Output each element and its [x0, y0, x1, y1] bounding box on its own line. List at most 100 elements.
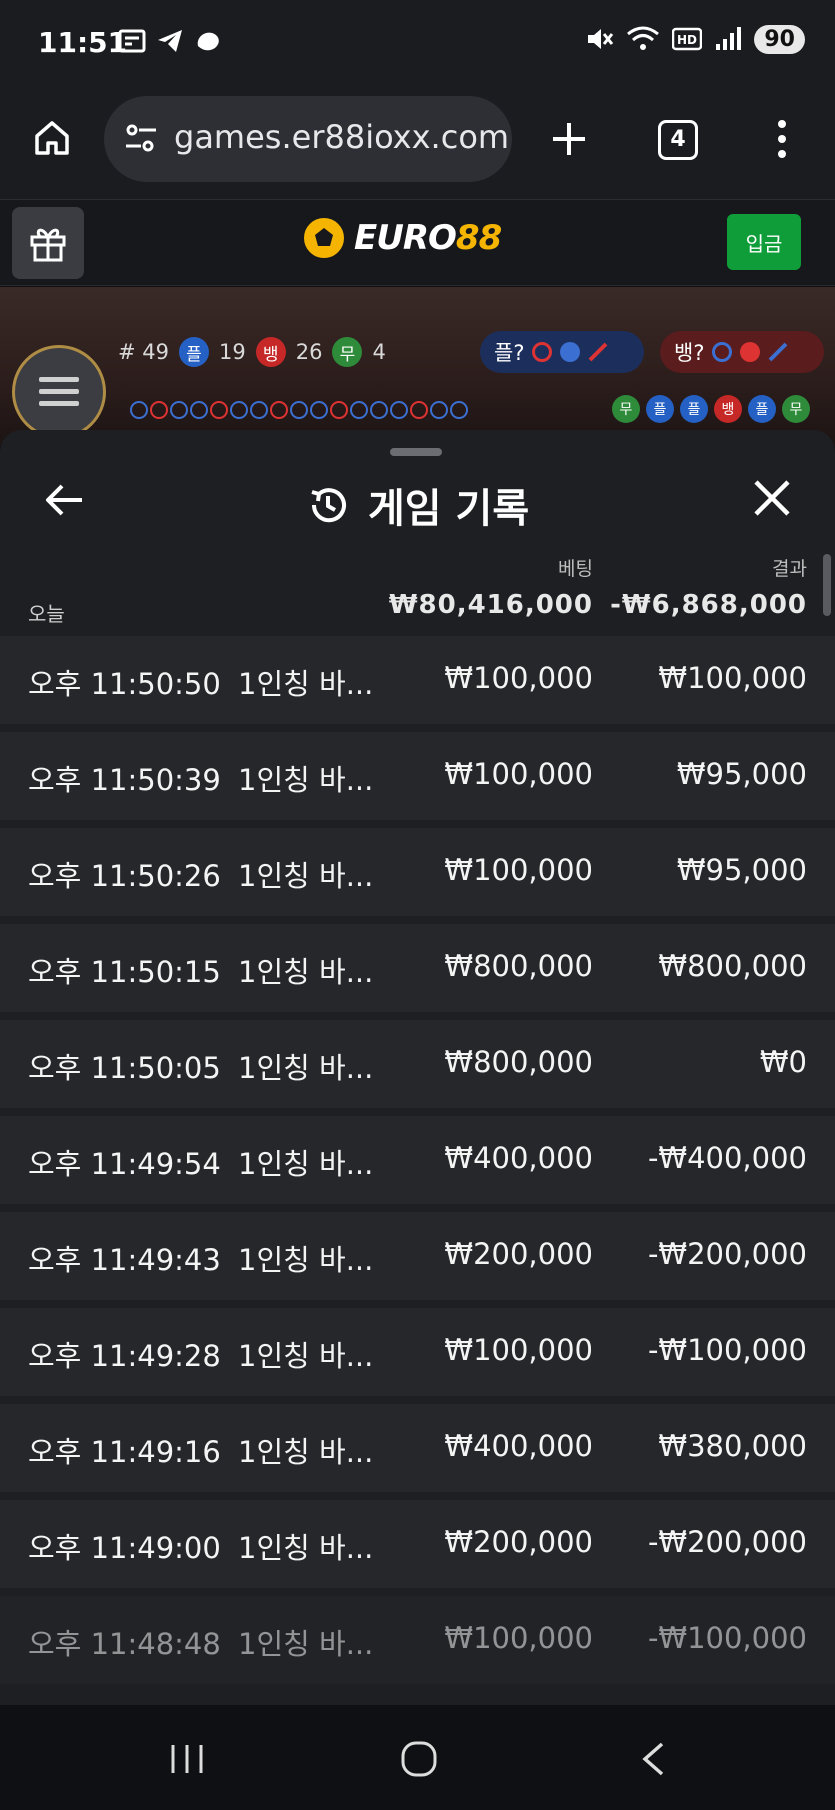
tab-switcher-button[interactable]: 4	[658, 120, 698, 160]
browser-toolbar: games.er88ioxx.com 4	[0, 88, 835, 200]
banker-prediction[interactable]: 뱅?	[660, 331, 824, 373]
banker-badge: 뱅	[255, 337, 286, 367]
recent-results: 무플플뱅플무	[612, 395, 810, 423]
gift-button[interactable]	[12, 207, 84, 279]
history-row[interactable]: 오후 11:49:54 1인칭 바... ₩400,000 -₩400,000	[0, 1116, 835, 1204]
history-row[interactable]: 오후 11:49:28 1인칭 바... ₩100,000 -₩100,000	[0, 1308, 835, 1396]
road-marker	[410, 401, 428, 419]
home-icon[interactable]	[32, 118, 72, 158]
road-marker	[430, 401, 448, 419]
row-result-amount: -₩100,000	[647, 1621, 807, 1655]
row-result-amount: ₩0	[759, 1045, 807, 1079]
row-bet-amount: ₩100,000	[444, 661, 593, 695]
row-bet-amount: ₩100,000	[444, 853, 593, 887]
row-time: 오후 11:50:26	[28, 859, 221, 893]
player-prediction[interactable]: 플?	[480, 331, 644, 373]
home-nav-icon[interactable]	[400, 1740, 438, 1778]
row-result-amount: ₩95,000	[676, 853, 807, 887]
row-time: 오후 11:50:39	[28, 763, 221, 797]
road-marker	[270, 401, 288, 419]
sheet-header: 게임 기록	[306, 476, 529, 534]
banker-prediction-label: 뱅?	[674, 341, 705, 365]
row-bet-amount: ₩400,000	[444, 1429, 593, 1463]
row-time: 오후 11:49:16	[28, 1435, 221, 1469]
history-row[interactable]: 오후 11:50:50 1인칭 바... ₩100,000 ₩100,000	[0, 636, 835, 724]
row-game-name: 1인칭 바...	[238, 1051, 374, 1085]
date-group-label: 오늘	[28, 602, 65, 626]
row-bet-amount: ₩800,000	[444, 949, 593, 983]
row-game-name: 1인칭 바...	[238, 955, 374, 989]
history-row[interactable]: 오후 11:50:15 1인칭 바... ₩800,000 ₩800,000	[0, 924, 835, 1012]
close-icon[interactable]	[752, 478, 792, 518]
red-slash-icon	[589, 342, 608, 362]
history-row[interactable]: 오후 11:49:43 1인칭 바... ₩200,000 -₩200,000	[0, 1212, 835, 1300]
total-result: -₩6,868,000	[610, 590, 807, 620]
history-row[interactable]: 오후 11:48:48 1인칭 바... ₩100,000 -₩100,000	[0, 1596, 835, 1684]
hd-icon: HD	[672, 27, 703, 51]
site-settings-icon[interactable]	[122, 120, 160, 158]
road-marker	[190, 401, 208, 419]
sheet-title: 게임 기록	[368, 486, 530, 532]
history-row[interactable]: 오후 11:49:00 1인칭 바... ₩200,000 -₩200,000	[0, 1500, 835, 1588]
scrollbar[interactable]	[823, 554, 831, 616]
sheet-drag-handle[interactable]	[390, 448, 442, 456]
road-marker	[250, 401, 268, 419]
bet-column-header: 베팅	[558, 558, 593, 580]
player-count: 19	[219, 340, 246, 364]
blue-slash-icon	[769, 342, 788, 362]
history-row[interactable]: 오후 11:50:39 1인칭 바... ₩100,000 ₩95,000	[0, 732, 835, 820]
tie-badge: 무	[332, 337, 363, 367]
row-game-name: 1인칭 바...	[238, 1435, 374, 1469]
notification-icons	[118, 28, 222, 54]
row-game-name: 1인칭 바...	[238, 1339, 374, 1373]
back-nav-icon[interactable]	[640, 1741, 666, 1777]
road-marker	[210, 401, 228, 419]
result-chip: 플	[646, 395, 674, 423]
row-time: 오후 11:49:43	[28, 1243, 221, 1277]
road-marker	[230, 401, 248, 419]
red-dot-icon	[740, 342, 761, 362]
row-game-name: 1인칭 바...	[238, 763, 374, 797]
site-logo[interactable]: EURO88	[300, 214, 502, 262]
row-result-amount: ₩800,000	[658, 949, 807, 983]
row-bet-amount: ₩200,000	[444, 1525, 593, 1559]
row-game-name: 1인칭 바...	[238, 667, 374, 701]
recent-apps-icon[interactable]	[168, 1743, 206, 1775]
player-badge: 플	[179, 337, 209, 367]
back-arrow-icon[interactable]	[42, 478, 86, 522]
row-result-amount: -₩200,000	[647, 1237, 807, 1271]
more-options-icon[interactable]	[772, 118, 792, 160]
result-chip: 무	[782, 395, 810, 423]
system-icons: HD 90	[584, 24, 805, 54]
clock: 11:51	[38, 26, 128, 59]
row-time: 오후 11:50:05	[28, 1051, 221, 1085]
history-row[interactable]: 오후 11:50:05 1인칭 바... ₩800,000 ₩0	[0, 1020, 835, 1108]
row-bet-amount: ₩100,000	[444, 757, 593, 791]
row-game-name: 1인칭 바...	[238, 859, 374, 893]
row-bet-amount: ₩800,000	[444, 1045, 593, 1079]
row-game-name: 1인칭 바...	[238, 1531, 374, 1565]
row-result-amount: ₩380,000	[658, 1429, 807, 1463]
row-bet-amount: ₩400,000	[444, 1141, 593, 1175]
soccer-ball-icon	[302, 216, 346, 260]
road-marker	[310, 401, 328, 419]
row-game-name: 1인칭 바...	[238, 1147, 374, 1181]
history-row[interactable]: 오후 11:49:16 1인칭 바... ₩400,000 ₩380,000	[0, 1404, 835, 1492]
bead-road	[130, 401, 468, 419]
wifi-icon	[627, 26, 660, 50]
result-chip: 무	[612, 395, 640, 423]
deposit-button[interactable]: 입금	[727, 214, 801, 270]
game-menu-button[interactable]	[12, 345, 106, 439]
result-column-header: 결과	[772, 558, 807, 580]
road-marker	[450, 401, 468, 419]
history-row[interactable]: 오후 11:50:26 1인칭 바... ₩100,000 ₩95,000	[0, 828, 835, 916]
row-bet-amount: ₩100,000	[444, 1333, 593, 1367]
address-bar[interactable]: games.er88ioxx.com	[104, 96, 512, 182]
new-tab-icon[interactable]	[550, 120, 588, 158]
row-time: 오후 11:48:48	[28, 1627, 221, 1661]
hamburger-icon	[39, 377, 79, 406]
result-chip: 뱅	[714, 395, 742, 423]
blue-ring-icon	[712, 342, 733, 362]
game-area: # 49 플 19 뱅 26 무 4 플? 뱅? 무플플뱅플무	[0, 287, 835, 447]
row-result-amount: -₩200,000	[647, 1525, 807, 1559]
